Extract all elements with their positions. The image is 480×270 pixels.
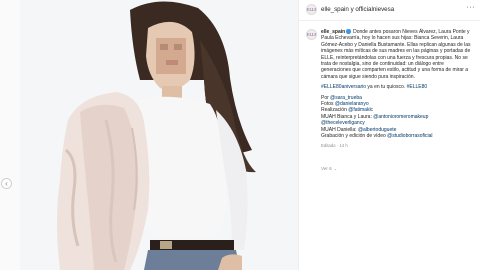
caption-line: cámara que sigue siendo pura inspiración… bbox=[321, 73, 415, 80]
chevron-down-icon: ⌄ bbox=[333, 166, 338, 171]
post-header: ELLE elle_spain y officialnievesa ··· bbox=[299, 0, 480, 21]
hashtag-link[interactable]: #ELLE80aniversario bbox=[321, 84, 366, 90]
view-replies-label: Ver 6 bbox=[321, 166, 332, 171]
hashtag-text: ya en tu quiosco. bbox=[366, 84, 407, 91]
post-photo[interactable] bbox=[20, 0, 298, 270]
caption-username[interactable]: elle_spain bbox=[321, 29, 345, 35]
chevron-left-icon[interactable]: ‹ bbox=[1, 178, 12, 189]
credits: Por @sara_trueba Fotos @danielaranyo Rea… bbox=[321, 95, 475, 149]
post-caption: elle_spain Donde antes posaron Nieves Ál… bbox=[321, 29, 475, 153]
mention-link[interactable]: @antonioromeromakeup bbox=[373, 114, 428, 120]
caption-line: Donde antes posaron Nieves Álvarez, Laur… bbox=[353, 29, 470, 35]
photo-illustration bbox=[20, 0, 298, 270]
credit-line: Grabación y edición de vídeo @studioborr… bbox=[321, 133, 433, 140]
caption-avatar[interactable]: ELLE bbox=[306, 29, 317, 40]
caption-line: Paula Echevarría, hoy lo hacen sus hijas… bbox=[321, 35, 464, 42]
more-horizontal-icon[interactable]: ··· bbox=[467, 4, 476, 11]
hashtag-link[interactable]: #ELLE80 bbox=[407, 84, 428, 90]
mention-link[interactable]: @fatimaklc bbox=[348, 107, 373, 113]
post-author[interactable]: elle_spain y officialnievesa bbox=[321, 6, 394, 13]
view-replies-button[interactable]: Ver 6 ⌄ bbox=[321, 166, 337, 171]
caption-line: imágenes más míticas de sus madres en la… bbox=[321, 48, 471, 55]
left-margin: ‹ bbox=[0, 0, 20, 270]
caption-body: elle_spain Donde antes posaron Nieves Ál… bbox=[321, 29, 475, 80]
hashtag-line: #ELLE80aniversario ya en tu quiosco. #EL… bbox=[321, 84, 475, 90]
mention-link[interactable]: @theceleverligancy bbox=[321, 120, 365, 126]
avatar[interactable]: ELLE bbox=[306, 4, 317, 15]
post-side-panel: ELLE elle_spain y officialnievesa ··· EL… bbox=[298, 0, 480, 270]
mention-link[interactable]: @sara_trueba bbox=[330, 95, 362, 101]
post-timestamp: Editado · 14 h bbox=[321, 142, 348, 148]
mention-link[interactable]: @studioborrasoficial bbox=[387, 133, 432, 139]
verified-badge-icon bbox=[346, 29, 351, 34]
face-blur bbox=[156, 38, 186, 74]
caption-line: generaciones que comparten estilo, actit… bbox=[321, 67, 469, 74]
mention-link[interactable]: @albertoduguete bbox=[358, 127, 396, 133]
mention-link[interactable]: @danielaranyo bbox=[335, 101, 369, 107]
